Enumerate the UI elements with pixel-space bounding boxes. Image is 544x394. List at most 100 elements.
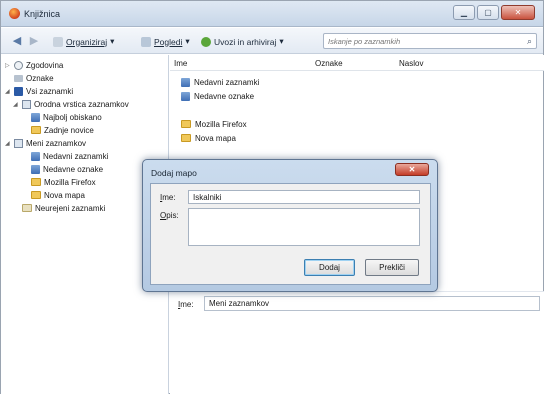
folder-description-field[interactable] xyxy=(188,208,420,246)
title-bar[interactable]: Knjižnica ▁ ▢ ✕ xyxy=(1,1,543,27)
tree-item-bookmarks-menu[interactable]: ◢ Meni zaznamkov xyxy=(5,137,86,149)
tree-item-label: Mozilla Firefox xyxy=(44,177,96,187)
chevron-down-icon: ▾ xyxy=(110,36,115,46)
views-menu-button[interactable]: Pogledi ▾ xyxy=(141,35,190,48)
label-rest: me: xyxy=(162,193,176,202)
tree-item-unsorted-bookmarks[interactable]: Neurejeni zaznamki xyxy=(22,202,105,214)
list-header: Ime Oznake Naslov xyxy=(170,55,544,71)
list-item[interactable]: Nova mapa xyxy=(181,132,236,144)
tree-item-bookmarks-toolbar[interactable]: ◢ Orodna vrstica zaznamkov xyxy=(13,98,129,110)
tree-item-new-folder[interactable]: Nova mapa xyxy=(31,189,85,201)
library-window: Knjižnica ▁ ▢ ✕ ◀ ▶ Organiziraj ▾ Pogled… xyxy=(0,0,544,394)
search-box: ⌕ xyxy=(323,33,537,49)
tree-item-recent-bookmarks[interactable]: Nedavni zaznamki xyxy=(31,150,108,162)
details-pane: Ime: xyxy=(170,291,544,394)
dialog-close-button[interactable]: ✕ xyxy=(395,163,429,176)
tree-item-label: Neurejeni zaznamki xyxy=(35,203,106,213)
window-controls: ▁ ▢ ✕ xyxy=(453,5,535,20)
dialog-body: Ime: Opis: Dodaj Prekliči xyxy=(150,183,431,285)
label-rest: pis: xyxy=(166,211,179,220)
list-item-label: Nedavne oznake xyxy=(194,91,255,101)
tree-item-label: Nova mapa xyxy=(44,190,85,200)
tree-item-label: Oznake xyxy=(26,73,54,83)
bookmarks-toolbar-icon xyxy=(22,99,31,109)
forward-arrow-icon[interactable]: ▶ xyxy=(28,35,40,47)
cancel-button[interactable]: Prekliči xyxy=(365,259,419,276)
rss-folder-icon xyxy=(31,126,41,134)
organize-label: Organiziraj xyxy=(66,36,108,47)
tree-item-label: Orodna vrstica zaznamkov xyxy=(34,99,129,109)
tree-item-label: Najbolj obiskano xyxy=(43,112,102,122)
collapse-icon[interactable]: ◢ xyxy=(13,101,19,108)
window-title: Knjižnica xyxy=(24,9,61,19)
details-name-field[interactable] xyxy=(204,296,540,311)
tree-item-recent-tags[interactable]: Nedavne oznake xyxy=(31,163,103,175)
import-export-icon xyxy=(201,36,211,47)
views-icon xyxy=(141,36,151,47)
import-menu-button[interactable]: Uvozi in arhiviraj ▾ xyxy=(201,35,284,48)
all-bookmarks-icon xyxy=(14,86,23,96)
organize-icon xyxy=(53,36,63,47)
folder-name-field[interactable] xyxy=(188,190,420,204)
folder-icon xyxy=(31,191,41,199)
unsorted-bookmarks-icon xyxy=(22,204,32,212)
toolbar: ◀ ▶ Organiziraj ▾ Pogledi ▾ Uvozi in arh… xyxy=(1,28,543,54)
tree-item-most-visited[interactable]: Najbolj obiskano xyxy=(31,111,102,123)
list-item[interactable]: Nedavne oznake xyxy=(181,90,254,102)
close-icon: ✕ xyxy=(514,8,522,17)
tree-item-label: Meni zaznamkov xyxy=(26,138,87,148)
tree-item-history[interactable]: ▷ Zgodovina xyxy=(5,59,63,71)
expand-icon[interactable]: ▷ xyxy=(5,62,11,69)
label-rest: me: xyxy=(180,300,194,309)
details-name-label: Ime: xyxy=(178,300,194,309)
import-label: Uvozi in arhiviraj xyxy=(214,36,277,47)
list-item[interactable]: Mozilla Firefox xyxy=(181,118,247,130)
add-folder-dialog: Dodaj mapo ✕ Ime: Opis: Dodaj Prekliči xyxy=(142,159,438,292)
column-header-tags[interactable]: Oznake xyxy=(315,59,343,68)
bookmark-icon xyxy=(181,91,190,101)
dialog-title: Dodaj mapo xyxy=(151,168,197,178)
maximize-button[interactable]: ▢ xyxy=(477,5,499,20)
firefox-icon xyxy=(9,8,20,19)
close-icon: ✕ xyxy=(408,165,416,174)
close-window-button[interactable]: ✕ xyxy=(501,5,535,20)
maximize-icon: ▢ xyxy=(484,8,492,17)
column-header-name[interactable]: Ime xyxy=(174,59,187,68)
tree-item-label: Vsi zaznamki xyxy=(26,86,74,96)
collapse-icon[interactable]: ◢ xyxy=(5,88,11,95)
tree-item-label: Nedavni zaznamki xyxy=(43,151,109,161)
chevron-down-icon: ▾ xyxy=(279,36,284,46)
bookmark-icon xyxy=(31,164,40,174)
tree-item-latest-headlines[interactable]: Zadnje novice xyxy=(31,124,94,136)
folder-description-label: Opis: xyxy=(160,211,179,220)
search-input[interactable] xyxy=(324,34,514,48)
tag-icon xyxy=(14,74,23,82)
list-item-label: Mozilla Firefox xyxy=(195,119,247,129)
folder-icon xyxy=(181,120,191,128)
history-clock-icon xyxy=(14,60,23,70)
list-item-label: Nedavni zaznamki xyxy=(194,77,260,87)
minimize-button[interactable]: ▁ xyxy=(453,5,475,20)
back-arrow-icon[interactable]: ◀ xyxy=(11,35,23,47)
add-button[interactable]: Dodaj xyxy=(304,259,355,276)
tree-item-mozilla-firefox[interactable]: Mozilla Firefox xyxy=(31,176,96,188)
chevron-down-icon: ▾ xyxy=(185,36,190,46)
collapse-icon[interactable]: ◢ xyxy=(5,140,11,147)
search-icon[interactable]: ⌕ xyxy=(527,36,532,47)
tree-item-tags[interactable]: Oznake xyxy=(14,72,54,84)
bookmark-icon xyxy=(181,77,190,87)
list-item[interactable]: Nedavni zaznamki xyxy=(181,76,259,88)
column-header-location[interactable]: Naslov xyxy=(399,59,423,68)
tree-item-all-bookmarks[interactable]: ◢ Vsi zaznamki xyxy=(5,85,73,97)
tree-item-label: Nedavne oznake xyxy=(43,164,104,174)
minimize-icon: ▁ xyxy=(460,8,468,17)
organize-menu-button[interactable]: Organiziraj ▾ xyxy=(53,35,114,48)
bookmark-icon xyxy=(31,151,40,161)
list-item-label: Nova mapa xyxy=(195,133,236,143)
tree-item-label: Zgodovina xyxy=(26,60,64,70)
views-label: Pogledi xyxy=(154,36,183,47)
folder-icon xyxy=(31,178,41,186)
tree-item-label: Zadnje novice xyxy=(44,125,94,135)
folder-name-label: Ime: xyxy=(160,193,176,202)
bookmark-icon xyxy=(31,112,40,122)
